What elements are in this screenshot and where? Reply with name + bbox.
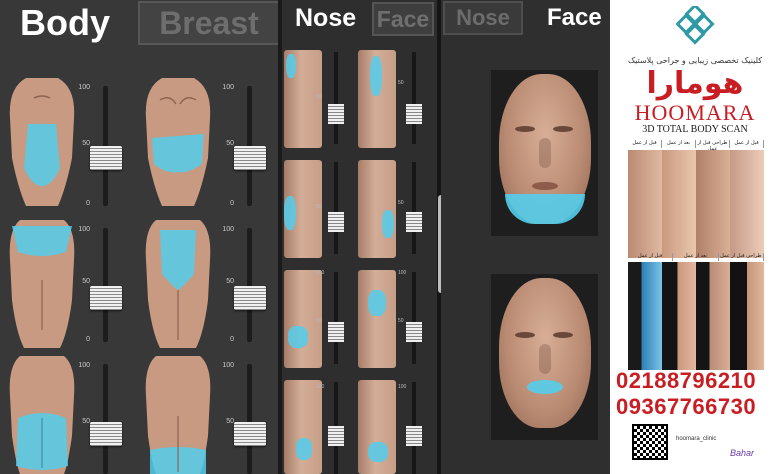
ad-brand-english: HOOMARA [634,100,756,125]
qr-code-icon [632,424,668,460]
nose-image-2 [358,50,396,148]
screenshot: Body Breast 100 50 0 100 50 0 100 50 0 1… [0,0,780,474]
ad-photo-after [662,150,696,258]
clinic-logo-icon [676,6,715,45]
ad-phone-mobile[interactable]: 09367766730 [616,394,780,420]
ad-phone-landline[interactable]: 02188796210 [616,368,780,394]
ad-brand-persian: هومارا [646,66,744,101]
ad-photo-before [628,150,662,258]
body-figure-back-1 [9,220,75,348]
nose-slider-handle[interactable] [328,212,344,232]
nose-slider-handle[interactable] [328,426,344,446]
slider-handle[interactable] [234,422,266,446]
slider-handle[interactable] [234,286,266,310]
nose-slider-handle[interactable] [406,104,422,124]
nose-slider-handle[interactable] [406,426,422,446]
ad-photo-profile-1 [628,262,662,370]
ad-photo-profile-4 [730,262,764,370]
highlight-lips [527,380,563,394]
tab-breast[interactable]: Breast [138,1,280,45]
nose-slider-track [412,272,416,364]
slider-track [247,364,252,474]
slider-track [247,228,252,342]
slider-body-1a[interactable]: 100 50 0 [76,84,136,210]
slider-handle[interactable] [234,146,266,170]
ad-photo-profile-2 [662,262,696,370]
nose-slider-handle[interactable] [406,322,422,342]
slider-handle[interactable] [90,286,122,310]
nose-slider-track [334,52,338,144]
slider-body-2a[interactable]: 100 50 0 [76,226,136,346]
body-figure-front-1 [9,78,75,206]
ad-subtitle: 3D TOTAL BODY SCAN [642,124,748,135]
ad-photo-profile-3 [696,262,730,370]
face-image-chin [491,70,598,236]
nose-image-6 [358,270,396,368]
tab-nose-secondary[interactable]: Nose [443,1,523,35]
tab-nose[interactable]: Nose [295,4,356,33]
tab-face-secondary[interactable]: Face [372,2,434,36]
slider-handle[interactable] [90,422,122,446]
face-image-lips [491,274,598,440]
ad-photo-design [696,150,730,258]
face-panel: Nose Face [441,0,610,474]
slider-track [103,364,108,474]
slider-track [103,228,108,342]
tab-face[interactable]: Face [547,4,602,32]
nose-image-7 [284,380,322,474]
nose-slider-track [334,162,338,254]
slider-body-3a[interactable]: 100 50 [76,362,136,474]
body-panel: Body Breast 100 50 0 100 50 0 100 50 0 1… [0,0,282,474]
nose-slider-track [412,52,416,144]
body-figure-front-2 [145,78,211,206]
ad-label-strip-top: قبل از عمل بعد از عمل طراحی قبل از عمل ق… [628,140,764,152]
body-figure-back-2 [145,220,211,348]
ad-tagline: کلینیک تخصصی زیبایی و جراحی پلاستیک [627,56,763,65]
slider-body-3b[interactable]: 100 50 [220,362,280,474]
slider-body-1b[interactable]: 100 50 0 [220,84,280,210]
nose-slider-handle[interactable] [328,104,344,124]
body-figure-back-3 [9,356,75,474]
nose-panel: Nose Face 50 50 50 50 100 50 100 50 100 [282,0,437,474]
nose-slider-track [412,162,416,254]
watermark: Bahar [730,448,755,458]
ad-label-strip-bottom: قبل از عمل بعد از عمل طراحی قبل از عمل [628,253,764,261]
nose-slider-track [334,272,338,364]
nose-slider-handle[interactable] [328,322,344,342]
tab-body[interactable]: Body [20,2,110,44]
body-figure-back-4 [145,356,211,474]
instagram-handle[interactable]: hoomara_clinic [676,436,716,442]
clinic-ad: کلینیک تخصصی زیبایی و جراحی پلاستیک هوما… [610,0,780,474]
nose-image-4 [358,160,396,258]
slider-body-2b[interactable]: 100 50 0 [220,226,280,346]
highlight-chin [505,194,585,224]
slider-handle[interactable] [90,146,122,170]
ad-photo-before-2 [730,150,764,258]
nose-slider-handle[interactable] [406,212,422,232]
nose-image-8 [358,380,396,474]
